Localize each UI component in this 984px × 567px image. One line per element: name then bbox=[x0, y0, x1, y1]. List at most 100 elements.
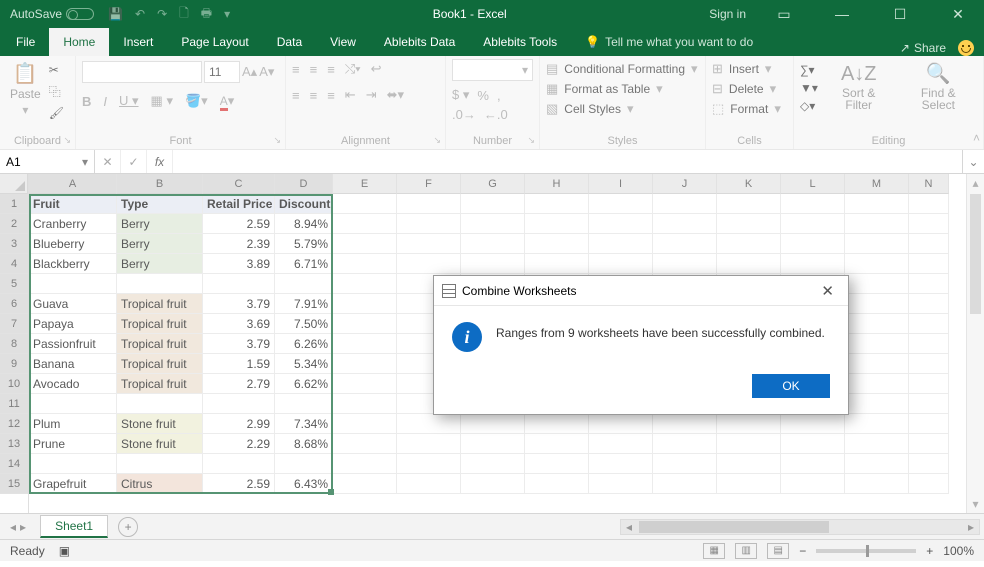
cell[interactable]: 8.68% bbox=[275, 434, 333, 454]
cell[interactable] bbox=[653, 254, 717, 274]
cell[interactable]: 8.94% bbox=[275, 214, 333, 234]
cell[interactable] bbox=[909, 314, 949, 334]
share-button[interactable]: ↗ Share bbox=[900, 41, 946, 55]
column-header[interactable]: C bbox=[203, 174, 275, 194]
cell[interactable] bbox=[589, 214, 653, 234]
formula-input[interactable] bbox=[173, 150, 962, 173]
number-format-select[interactable]: ▾ bbox=[452, 59, 533, 81]
row-header[interactable]: 5 bbox=[0, 274, 28, 294]
cell[interactable] bbox=[845, 234, 909, 254]
cell[interactable] bbox=[845, 254, 909, 274]
new-sheet-button[interactable]: + bbox=[118, 517, 138, 537]
tab-ablebits-data[interactable]: Ablebits Data bbox=[370, 28, 469, 56]
cell[interactable] bbox=[275, 274, 333, 294]
cell[interactable]: Guava bbox=[29, 294, 117, 314]
cell[interactable] bbox=[909, 334, 949, 354]
cell[interactable]: Passionfruit bbox=[29, 334, 117, 354]
italic-button[interactable]: I bbox=[103, 94, 107, 109]
cell[interactable] bbox=[909, 354, 949, 374]
cell[interactable] bbox=[589, 474, 653, 494]
cell[interactable] bbox=[525, 454, 589, 474]
cell[interactable] bbox=[275, 454, 333, 474]
cell-styles-button[interactable]: ▧Cell Styles▾ bbox=[546, 99, 699, 119]
vertical-scrollbar[interactable]: ▴ ▾ bbox=[966, 174, 984, 513]
cell[interactable] bbox=[909, 234, 949, 254]
cell[interactable] bbox=[203, 454, 275, 474]
dialog-titlebar[interactable]: Combine Worksheets ✕ bbox=[434, 276, 848, 306]
cell[interactable]: 2.99 bbox=[203, 414, 275, 434]
sheet-nav-next-icon[interactable]: ▸ bbox=[20, 520, 26, 534]
maximize-button[interactable]: ☐ bbox=[880, 0, 920, 28]
cell[interactable] bbox=[845, 374, 909, 394]
cell[interactable] bbox=[845, 434, 909, 454]
cell[interactable] bbox=[845, 414, 909, 434]
cell[interactable]: 3.79 bbox=[203, 294, 275, 314]
decrease-font-icon[interactable]: A▾ bbox=[259, 64, 274, 80]
cell[interactable] bbox=[333, 394, 397, 414]
font-name-input[interactable] bbox=[82, 61, 202, 83]
scroll-thumb[interactable] bbox=[639, 521, 829, 533]
view-normal-icon[interactable]: ▦ bbox=[703, 543, 725, 559]
view-pagebreak-icon[interactable]: ▤ bbox=[767, 543, 789, 559]
cell[interactable] bbox=[717, 194, 781, 214]
cell[interactable] bbox=[909, 434, 949, 454]
cell[interactable] bbox=[781, 474, 845, 494]
cell[interactable] bbox=[29, 454, 117, 474]
cell[interactable] bbox=[653, 214, 717, 234]
cell[interactable]: 2.39 bbox=[203, 234, 275, 254]
cell[interactable] bbox=[781, 194, 845, 214]
cell[interactable] bbox=[845, 454, 909, 474]
cell[interactable]: Tropical fruit bbox=[117, 354, 203, 374]
macro-record-icon[interactable]: ▣ bbox=[59, 544, 70, 558]
tab-file[interactable]: File bbox=[2, 28, 49, 56]
cell[interactable] bbox=[845, 314, 909, 334]
dialog-launcher-icon[interactable]: ↘ bbox=[433, 135, 441, 146]
paste-button[interactable]: 📋 Paste ▾ bbox=[6, 59, 45, 120]
increase-decimal-icon[interactable]: .0→ bbox=[452, 107, 476, 122]
increase-font-icon[interactable]: A▴ bbox=[242, 64, 257, 80]
align-top-icon[interactable]: ≡ bbox=[292, 62, 300, 77]
cell[interactable]: Tropical fruit bbox=[117, 294, 203, 314]
ribbon-display-icon[interactable]: ▭ bbox=[764, 0, 804, 28]
cell[interactable] bbox=[397, 234, 461, 254]
cell[interactable] bbox=[909, 474, 949, 494]
sort-filter-button[interactable]: A↓Z Sort & Filter bbox=[824, 59, 894, 113]
row-header[interactable]: 10 bbox=[0, 374, 28, 394]
currency-icon[interactable]: $ ▾ bbox=[452, 87, 469, 103]
align-center-icon[interactable]: ≡ bbox=[310, 88, 318, 103]
row-header[interactable]: 2 bbox=[0, 214, 28, 234]
cell[interactable]: Berry bbox=[117, 214, 203, 234]
column-header[interactable]: F bbox=[397, 174, 461, 194]
column-header[interactable]: M bbox=[845, 174, 909, 194]
cell[interactable] bbox=[717, 454, 781, 474]
cell[interactable]: Berry bbox=[117, 254, 203, 274]
cell[interactable] bbox=[525, 194, 589, 214]
cell[interactable]: 2.29 bbox=[203, 434, 275, 454]
cell[interactable] bbox=[525, 254, 589, 274]
align-right-icon[interactable]: ≡ bbox=[327, 88, 335, 103]
cell[interactable]: Grapefruit bbox=[29, 474, 117, 494]
cell[interactable] bbox=[525, 214, 589, 234]
cell[interactable]: Cranberry bbox=[29, 214, 117, 234]
cell[interactable] bbox=[461, 474, 525, 494]
scroll-up-icon[interactable]: ▴ bbox=[967, 174, 984, 192]
view-pagelayout-icon[interactable]: ▥ bbox=[735, 543, 757, 559]
cell[interactable]: Prune bbox=[29, 434, 117, 454]
cell[interactable] bbox=[717, 254, 781, 274]
zoom-out-button[interactable]: − bbox=[799, 544, 806, 558]
qat-dropdown-icon[interactable]: ▾ bbox=[224, 7, 230, 21]
cell[interactable]: Banana bbox=[29, 354, 117, 374]
cell[interactable]: Papaya bbox=[29, 314, 117, 334]
cell[interactable] bbox=[909, 394, 949, 414]
row-header[interactable]: 1 bbox=[0, 194, 28, 214]
cell[interactable] bbox=[653, 414, 717, 434]
cell[interactable] bbox=[845, 334, 909, 354]
cell[interactable] bbox=[397, 434, 461, 454]
cell[interactable] bbox=[397, 254, 461, 274]
cell[interactable] bbox=[525, 234, 589, 254]
ok-button[interactable]: OK bbox=[752, 374, 830, 398]
find-select-button[interactable]: 🔍 Find & Select bbox=[900, 59, 977, 113]
cell[interactable]: 2.59 bbox=[203, 214, 275, 234]
cell[interactable] bbox=[461, 194, 525, 214]
cell[interactable] bbox=[461, 454, 525, 474]
